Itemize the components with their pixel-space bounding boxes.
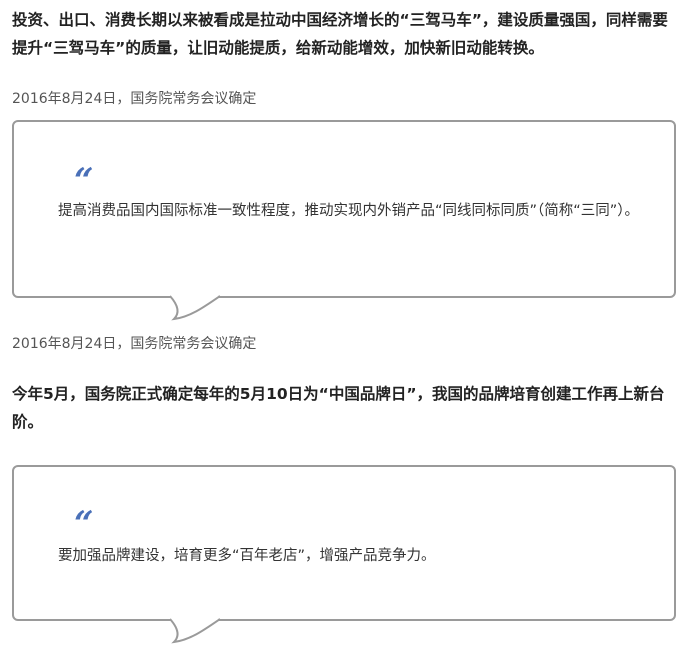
quote-mark-icon: “ xyxy=(74,504,94,544)
intro-paragraph: 投资、出口、消费长期以来被看成是拉动中国经济增长的“三驾马车”，建设质量强国，同… xyxy=(12,11,668,57)
source-date-1: 2016年8月24日，国务院常务会议确定 xyxy=(12,91,257,107)
quote-mark-icon: “ xyxy=(74,161,94,201)
speech-bubble-tail-1 xyxy=(169,295,221,321)
quote-bubble-1: “ 提高消费品国内国际标准一致性程度，推动实现内外销产品“同线同标同质”（简称“… xyxy=(12,120,676,298)
brand-day-paragraph: 今年5月，国务院正式确定每年的5月10日为“中国品牌日”，我国的品牌培育创建工作… xyxy=(12,385,665,431)
quote-text-2: 要加强品牌建设，培育更多“百年老店”，增强产品竞争力。 xyxy=(58,548,436,564)
speech-bubble-tail-2 xyxy=(169,618,221,644)
source-date-2: 2016年8月24日，国务院常务会议确定 xyxy=(12,336,257,352)
quote-text-1: 提高消费品国内国际标准一致性程度，推动实现内外销产品“同线同标同质”（简称“三同… xyxy=(58,203,640,219)
quote-bubble-2: “ 要加强品牌建设，培育更多“百年老店”，增强产品竞争力。 xyxy=(12,465,676,621)
